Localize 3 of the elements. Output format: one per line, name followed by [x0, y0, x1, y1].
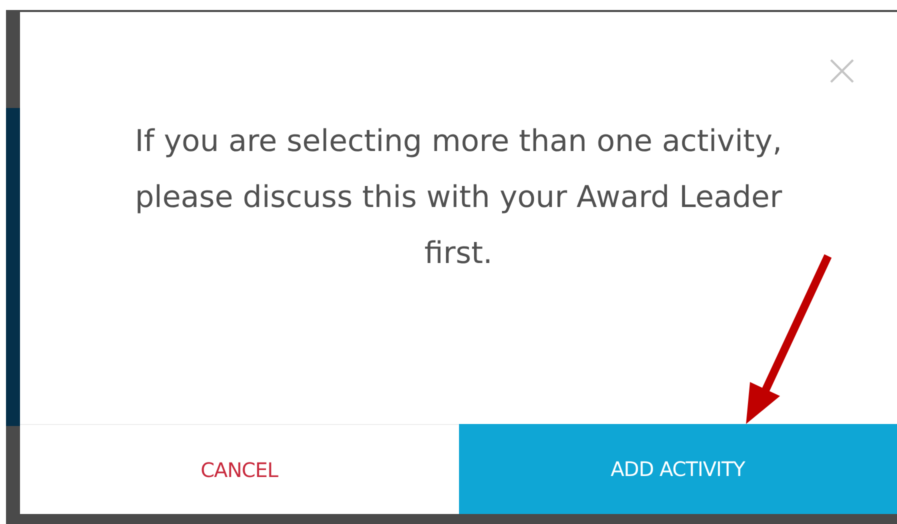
add-activity-button[interactable]: ADD ACTIVITY [458, 424, 897, 514]
dialog-message: If you are selecting more than one activity, please discuss this with your Award Leader first. [134, 123, 784, 273]
close-icon[interactable] [829, 58, 855, 84]
